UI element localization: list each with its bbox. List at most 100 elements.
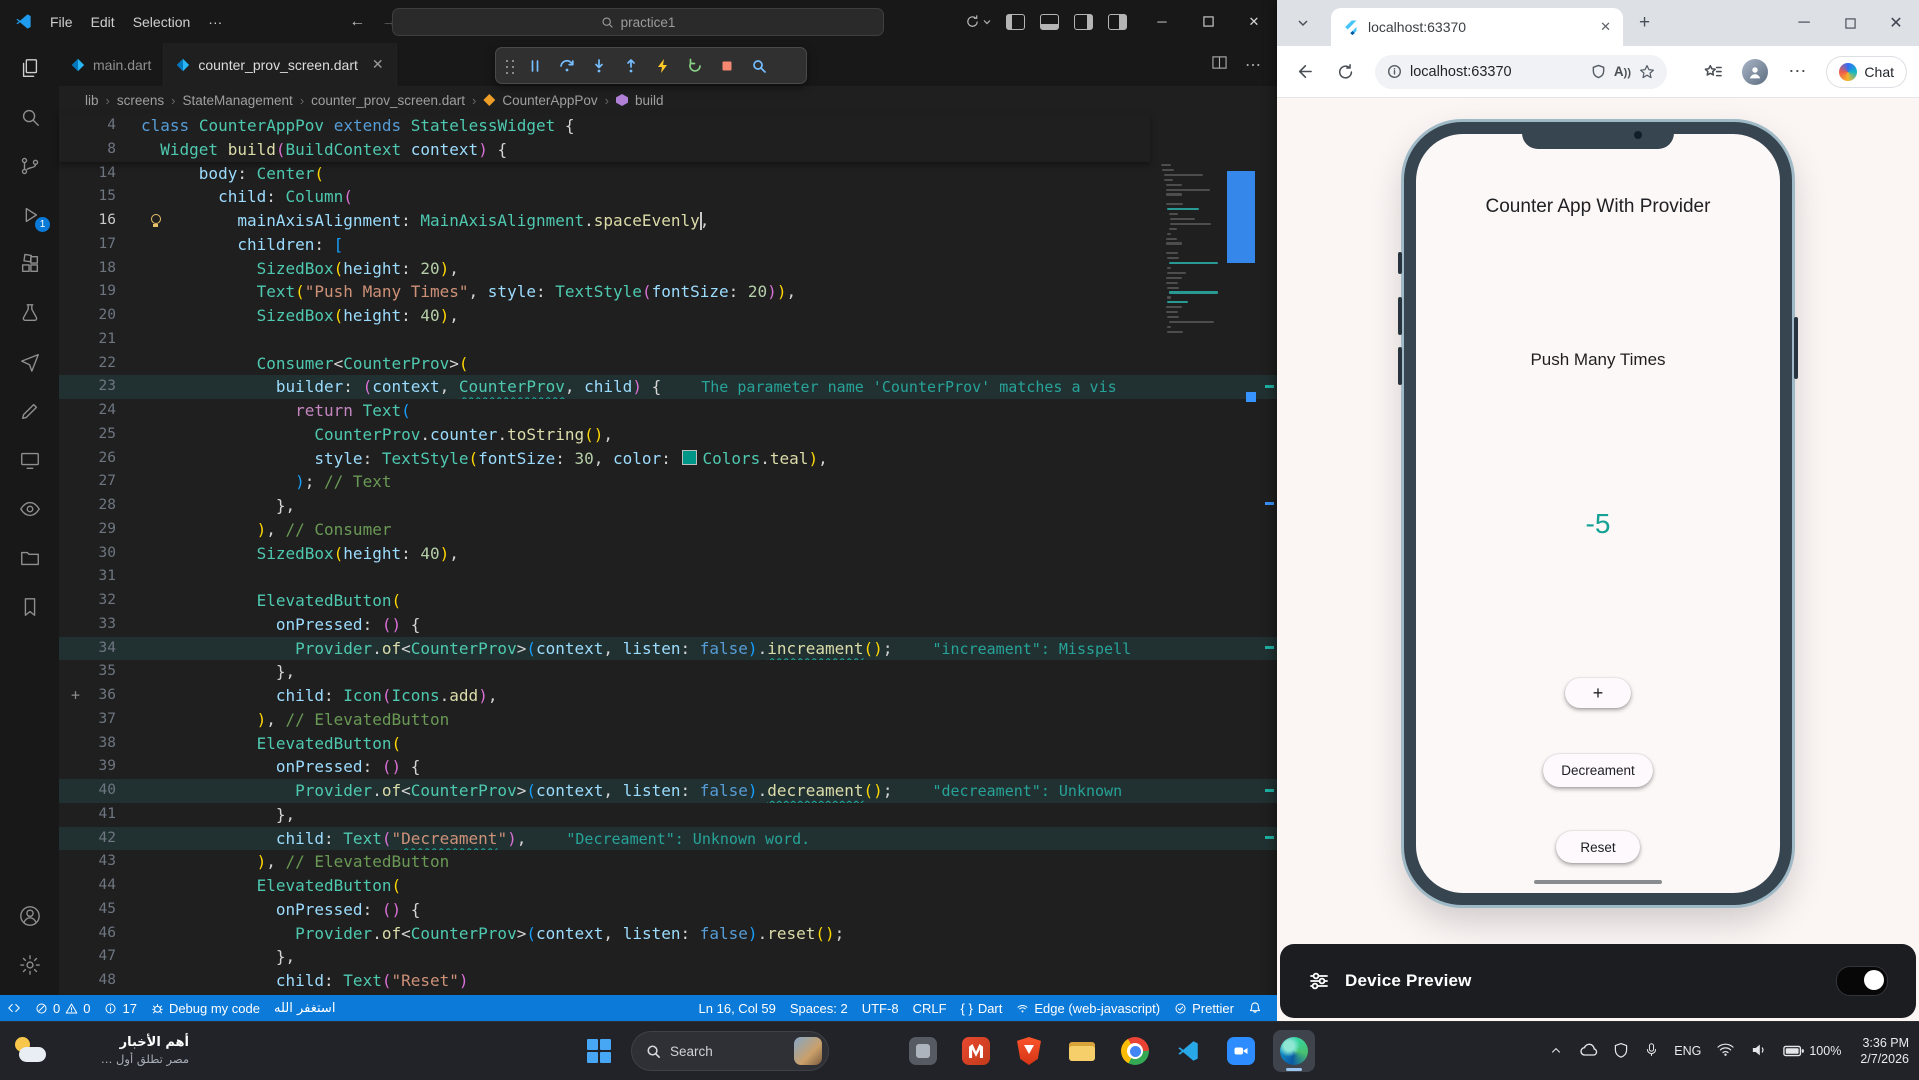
line-number[interactable]: 29 — [59, 518, 141, 542]
clock[interactable]: 3:36 PM 2/7/2026 — [1860, 1035, 1909, 1068]
line-number[interactable]: 27 — [59, 470, 141, 494]
code-line[interactable]: 23 builder: (context, CounterProv, child… — [59, 375, 1277, 399]
device-preview-toggle[interactable] — [1836, 966, 1888, 996]
line-number[interactable]: 26 — [59, 447, 141, 471]
tab-close-icon[interactable]: ✕ — [1600, 19, 1611, 35]
line-number[interactable]: 32 — [59, 589, 141, 613]
step-into-icon[interactable] — [584, 51, 613, 80]
code-line[interactable]: 28 }, — [59, 494, 1277, 518]
m365-icon[interactable] — [955, 1030, 997, 1072]
encoding[interactable]: UTF-8 — [855, 995, 906, 1021]
code-editor[interactable]: 14 body: Center(15 child: Column(16 main… — [59, 114, 1277, 995]
close-button[interactable]: ✕ — [1231, 0, 1277, 43]
menu-selection[interactable]: Selection — [124, 14, 200, 30]
line-number[interactable]: 16 — [59, 209, 141, 233]
minimize-button[interactable]: ─ — [1139, 0, 1185, 43]
remote-indicator[interactable] — [0, 995, 28, 1021]
line-number[interactable]: 21 — [59, 328, 141, 352]
sync-dropdown-icon[interactable] — [965, 14, 991, 29]
source-control-icon[interactable] — [0, 141, 59, 190]
tab-counter-prov-screen-dart[interactable]: counter_prov_screen.dart ✕ — [164, 43, 397, 86]
code-line[interactable]: 29 ), // Consumer — [59, 518, 1277, 542]
line-number[interactable]: 45 — [59, 898, 141, 922]
brave-icon[interactable] — [1008, 1030, 1050, 1072]
cursor-position[interactable]: Ln 16, Col 59 — [692, 995, 783, 1021]
maximize-button[interactable] — [1185, 0, 1231, 43]
run-debug-icon[interactable]: 1 — [0, 190, 59, 239]
menu-file[interactable]: File — [41, 14, 82, 30]
code-line[interactable]: 31 — [59, 565, 1277, 589]
favorites-icon[interactable] — [1699, 58, 1727, 86]
line-number[interactable]: 17 — [59, 233, 141, 257]
reset-button[interactable]: Reset — [1556, 831, 1640, 863]
edge-icon[interactable] — [1273, 1030, 1315, 1072]
code-line[interactable]: 26 style: TextStyle(fontSize: 30, color:… — [59, 447, 1277, 471]
pause-icon[interactable] — [520, 51, 549, 80]
remote-monitor-icon[interactable] — [0, 435, 59, 484]
minimize-button[interactable]: ─ — [1781, 0, 1827, 46]
notifications-bell-icon[interactable] — [1241, 995, 1269, 1021]
toggle-panel-icon[interactable] — [1040, 13, 1059, 30]
formatter-status[interactable]: Prettier — [1167, 995, 1241, 1021]
security-shield-icon[interactable] — [1613, 1042, 1629, 1061]
code-line[interactable]: 36 child: Icon(Icons.add), + — [59, 684, 1277, 708]
line-number[interactable]: 37 — [59, 708, 141, 732]
settings-ellipsis-icon[interactable]: ⋯ — [1783, 58, 1811, 86]
site-info-icon[interactable] — [1387, 64, 1402, 79]
line-number[interactable]: 28 — [59, 494, 141, 518]
indentation[interactable]: Spaces: 2 — [783, 995, 855, 1021]
line-number[interactable]: 48 — [59, 969, 141, 993]
maximize-button[interactable] — [1827, 0, 1873, 46]
decrement-button[interactable]: Decreament — [1543, 754, 1653, 787]
minimap[interactable] — [1150, 114, 1261, 995]
new-tab-icon[interactable]: + — [1633, 12, 1656, 34]
code-line[interactable]: 46 Provider.of<CounterProv>(context, lis… — [59, 922, 1277, 946]
file-explorer-icon[interactable] — [1061, 1030, 1103, 1072]
line-number[interactable]: 22 — [59, 352, 141, 376]
taskbar-search[interactable]: Search — [631, 1031, 829, 1071]
tab-close-icon[interactable]: ✕ — [372, 56, 384, 73]
eol-sequence[interactable]: CRLF — [906, 995, 954, 1021]
copilot-chat-button[interactable]: Chat — [1826, 55, 1907, 88]
line-number[interactable]: 42 — [59, 827, 141, 851]
line-number[interactable]: 4 — [59, 114, 141, 138]
widget-inspector-icon[interactable] — [744, 51, 773, 80]
breadcrumb-item[interactable]: counter_prov_screen.dart — [311, 93, 465, 108]
command-center-search[interactable]: practice1 — [392, 8, 884, 36]
volume-icon[interactable] — [1750, 1041, 1768, 1062]
wifi-icon[interactable] — [1716, 1040, 1735, 1062]
mic-icon[interactable] — [1644, 1042, 1659, 1060]
language-indicator[interactable]: ENG — [1674, 1044, 1701, 1058]
line-number[interactable]: 46 — [59, 922, 141, 946]
code-line[interactable]: 14 body: Center( — [59, 162, 1277, 186]
line-number[interactable]: 25 — [59, 423, 141, 447]
line-number[interactable]: 30 — [59, 542, 141, 566]
extensions-icon[interactable] — [0, 239, 59, 288]
testing-beaker-icon[interactable] — [0, 288, 59, 337]
code-line[interactable]: 16 mainAxisAlignment: MainAxisAlignment.… — [59, 209, 1277, 233]
gutter-add-icon[interactable]: + — [71, 684, 80, 708]
stop-icon[interactable] — [712, 51, 741, 80]
code-line[interactable]: 34 Provider.of<CounterProv>(context, lis… — [59, 636, 1277, 661]
preview-eye-icon[interactable] — [0, 484, 59, 533]
lightbulb-icon[interactable] — [151, 214, 161, 227]
tab-actions-menu-icon[interactable] — [1289, 9, 1317, 37]
paper-plane-icon[interactable] — [0, 337, 59, 386]
line-number[interactable]: 47 — [59, 945, 141, 969]
code-line[interactable]: 4 class CounterAppPov extends StatelessWi… — [59, 114, 1150, 138]
hidden-icons-chevron[interactable] — [1549, 1043, 1563, 1060]
code-line[interactable]: 18 SizedBox(height: 20), — [59, 257, 1277, 281]
code-line[interactable]: 19 Text("Push Many Times", style: TextSt… — [59, 280, 1277, 304]
split-editor-icon[interactable] — [1212, 55, 1227, 75]
code-line[interactable]: 43 ), // ElevatedButton — [59, 850, 1277, 874]
language-mode[interactable]: { } Dart — [954, 995, 1010, 1021]
line-number[interactable]: 19 — [59, 280, 141, 304]
line-number[interactable]: 34 — [59, 637, 141, 661]
code-line[interactable]: 40 Provider.of<CounterProv>(context, lis… — [59, 779, 1277, 803]
debug-target[interactable]: Edge (web-javascript) — [1009, 995, 1167, 1021]
back-icon[interactable] — [1289, 58, 1317, 86]
taskbar-app-icon[interactable] — [902, 1030, 944, 1072]
nav-back-icon[interactable]: ← — [341, 13, 373, 31]
search-icon[interactable] — [0, 92, 59, 141]
increment-button[interactable]: + — [1565, 678, 1631, 708]
